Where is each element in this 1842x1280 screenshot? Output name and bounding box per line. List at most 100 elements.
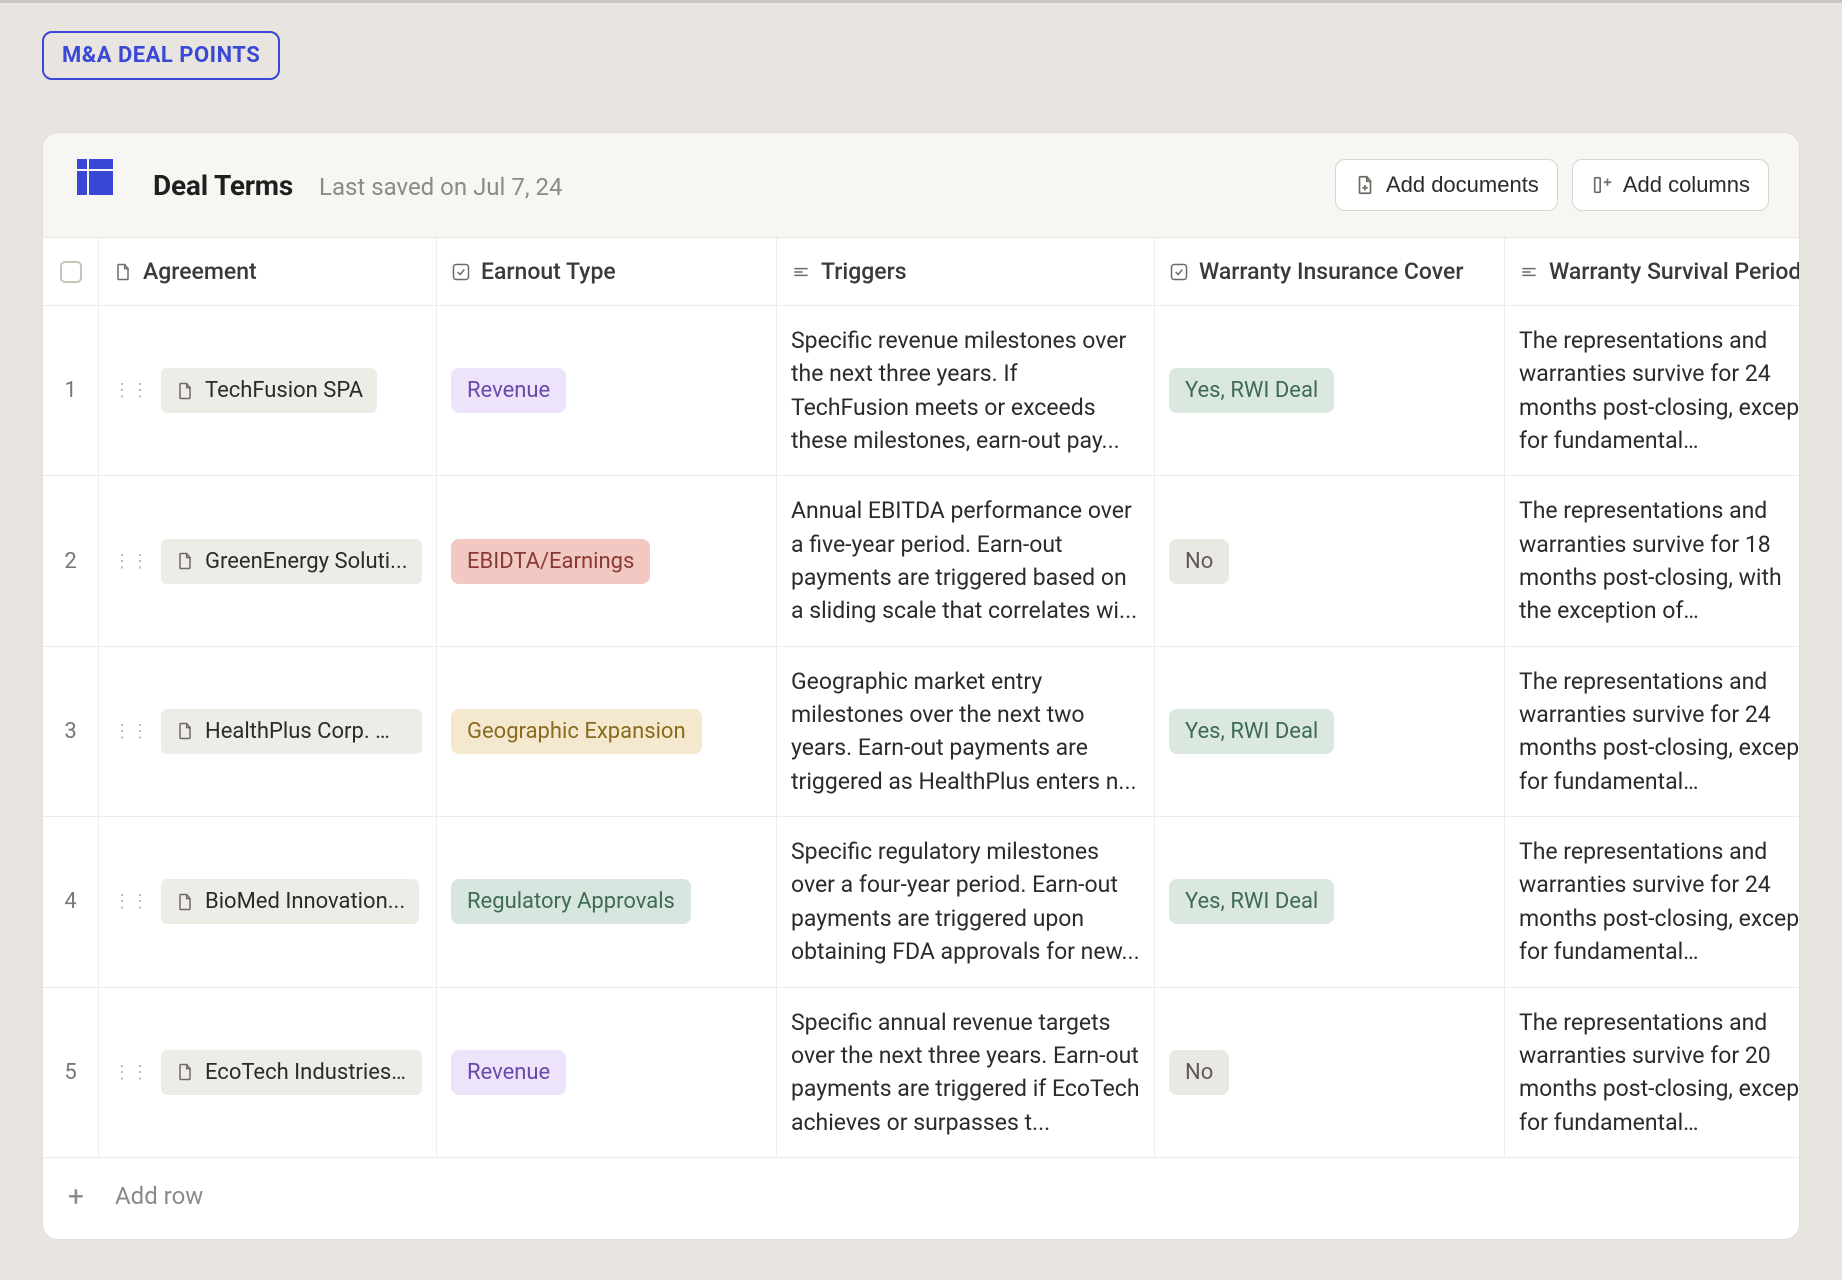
agreement-name: TechFusion SPA xyxy=(205,378,363,403)
add-columns-label: Add columns xyxy=(1623,172,1750,198)
document-icon xyxy=(175,551,195,571)
warranty-survival-text: The representations and warranties survi… xyxy=(1519,665,1800,798)
panel-header: Deal Terms Last saved on Jul 7, 24 Add d… xyxy=(43,133,1799,238)
cell-earnout-type[interactable]: Geographic Expansion xyxy=(437,647,777,817)
earnout-type-tag[interactable]: Revenue xyxy=(451,368,566,413)
agreement-name: BioMed Innovation... xyxy=(205,889,405,914)
agreement-chip[interactable]: BioMed Innovation... xyxy=(161,879,419,924)
triggers-text: Specific regulatory milestones over a fo… xyxy=(791,835,1140,968)
column-header-triggers[interactable]: Triggers xyxy=(777,238,1155,306)
warranty-cover-tag[interactable]: No xyxy=(1169,1050,1229,1095)
agreement-chip[interactable]: TechFusion SPA xyxy=(161,368,377,413)
cell-earnout-type[interactable]: Regulatory Approvals xyxy=(437,817,777,987)
row-number: 3 xyxy=(43,647,99,817)
cell-warranty-cover[interactable]: Yes, RWI Deal xyxy=(1155,817,1505,987)
cell-agreement[interactable]: ⋮⋮ HealthPlus Corp. M... xyxy=(99,647,437,817)
document-plus-icon xyxy=(1354,174,1376,196)
triggers-text: Specific annual revenue targets over the… xyxy=(791,1006,1140,1139)
cell-warranty-survival[interactable]: The representations and warranties survi… xyxy=(1505,476,1800,646)
cell-warranty-cover[interactable]: No xyxy=(1155,476,1505,646)
plus-icon: + xyxy=(63,1180,89,1213)
warranty-cover-tag[interactable]: Yes, RWI Deal xyxy=(1169,879,1334,924)
row-number: 2 xyxy=(43,476,99,646)
cell-warranty-survival[interactable]: The representations and warranties survi… xyxy=(1505,306,1800,476)
document-icon xyxy=(175,721,195,741)
panel-title: Deal Terms xyxy=(153,169,293,202)
earnout-type-tag[interactable]: Regulatory Approvals xyxy=(451,879,691,924)
cell-agreement[interactable]: ⋮⋮ GreenEnergy Soluti... xyxy=(99,476,437,646)
drag-handle-icon[interactable]: ⋮⋮ xyxy=(113,891,149,912)
document-icon xyxy=(175,1062,195,1082)
cell-agreement[interactable]: ⋮⋮ BioMed Innovation... xyxy=(99,817,437,987)
warranty-survival-text: The representations and warranties survi… xyxy=(1519,324,1800,457)
deal-panel: Deal Terms Last saved on Jul 7, 24 Add d… xyxy=(42,132,1800,1240)
agreement-chip[interactable]: EcoTech Industries... xyxy=(161,1050,422,1095)
grid-icon xyxy=(77,159,113,195)
cell-triggers[interactable]: Specific regulatory milestones over a fo… xyxy=(777,817,1155,987)
cell-warranty-survival[interactable]: The representations and warranties survi… xyxy=(1505,817,1800,987)
earnout-type-tag[interactable]: Revenue xyxy=(451,1050,566,1095)
cell-warranty-survival[interactable]: The representations and warranties survi… xyxy=(1505,988,1800,1158)
add-row-label: Add row xyxy=(115,1182,203,1210)
category-badge[interactable]: M&A DEAL POINTS xyxy=(42,31,280,80)
document-icon xyxy=(113,262,133,282)
column-header-warranty-cover[interactable]: Warranty Insurance Cover xyxy=(1155,238,1505,306)
cell-warranty-survival[interactable]: The representations and warranties survi… xyxy=(1505,647,1800,817)
last-saved-label: Last saved on Jul 7, 24 xyxy=(319,173,562,201)
select-icon xyxy=(1169,262,1189,282)
add-columns-button[interactable]: Add columns xyxy=(1572,159,1769,211)
cell-agreement[interactable]: ⋮⋮ EcoTech Industries... xyxy=(99,988,437,1158)
warranty-cover-tag[interactable]: No xyxy=(1169,539,1229,584)
column-label: Triggers xyxy=(821,258,907,285)
drag-handle-icon[interactable]: ⋮⋮ xyxy=(113,721,149,742)
agreement-chip[interactable]: GreenEnergy Soluti... xyxy=(161,539,422,584)
column-label: Warranty Survival Period xyxy=(1549,258,1800,285)
data-grid: Agreement Earnout Type Triggers Warranty… xyxy=(43,238,1799,1158)
column-plus-icon xyxy=(1591,174,1613,196)
warranty-cover-tag[interactable]: Yes, RWI Deal xyxy=(1169,709,1334,754)
column-header-warranty-survival[interactable]: Warranty Survival Period xyxy=(1505,238,1800,306)
cell-warranty-cover[interactable]: No xyxy=(1155,988,1505,1158)
cell-triggers[interactable]: Specific annual revenue targets over the… xyxy=(777,988,1155,1158)
warranty-cover-tag[interactable]: Yes, RWI Deal xyxy=(1169,368,1334,413)
document-icon xyxy=(175,381,195,401)
cell-earnout-type[interactable]: EBIDTA/Earnings xyxy=(437,476,777,646)
warranty-survival-text: The representations and warranties survi… xyxy=(1519,835,1800,968)
cell-earnout-type[interactable]: Revenue xyxy=(437,988,777,1158)
row-number: 4 xyxy=(43,817,99,987)
row-number: 1 xyxy=(43,306,99,476)
cell-triggers[interactable]: Annual EBITDA performance over a five-ye… xyxy=(777,476,1155,646)
text-icon xyxy=(1519,262,1539,282)
add-documents-button[interactable]: Add documents xyxy=(1335,159,1558,211)
triggers-text: Annual EBITDA performance over a five-ye… xyxy=(791,494,1140,627)
drag-handle-icon[interactable]: ⋮⋮ xyxy=(113,1062,149,1083)
agreement-name: HealthPlus Corp. M... xyxy=(205,719,408,744)
drag-handle-icon[interactable]: ⋮⋮ xyxy=(113,380,149,401)
agreement-chip[interactable]: HealthPlus Corp. M... xyxy=(161,709,422,754)
add-row-button[interactable]: + Add row xyxy=(43,1158,1799,1239)
cell-agreement[interactable]: ⋮⋮ TechFusion SPA xyxy=(99,306,437,476)
cell-triggers[interactable]: Geographic market entry milestones over … xyxy=(777,647,1155,817)
cell-warranty-cover[interactable]: Yes, RWI Deal xyxy=(1155,306,1505,476)
column-header-earnout-type[interactable]: Earnout Type xyxy=(437,238,777,306)
cell-triggers[interactable]: Specific revenue milestones over the nex… xyxy=(777,306,1155,476)
drag-handle-icon[interactable]: ⋮⋮ xyxy=(113,551,149,572)
column-label: Agreement xyxy=(143,258,257,285)
select-all-checkbox[interactable] xyxy=(60,261,82,283)
earnout-type-tag[interactable]: EBIDTA/Earnings xyxy=(451,539,650,584)
column-label: Earnout Type xyxy=(481,258,616,285)
agreement-name: EcoTech Industries... xyxy=(205,1060,408,1085)
add-documents-label: Add documents xyxy=(1386,172,1539,198)
column-header-agreement[interactable]: Agreement xyxy=(99,238,437,306)
earnout-type-tag[interactable]: Geographic Expansion xyxy=(451,709,702,754)
cell-warranty-cover[interactable]: Yes, RWI Deal xyxy=(1155,647,1505,817)
select-all-header[interactable] xyxy=(43,238,99,306)
select-icon xyxy=(451,262,471,282)
document-icon xyxy=(175,892,195,912)
triggers-text: Geographic market entry milestones over … xyxy=(791,665,1140,798)
cell-earnout-type[interactable]: Revenue xyxy=(437,306,777,476)
warranty-survival-text: The representations and warranties survi… xyxy=(1519,494,1800,627)
row-number: 5 xyxy=(43,988,99,1158)
column-label: Warranty Insurance Cover xyxy=(1199,258,1464,285)
triggers-text: Specific revenue milestones over the nex… xyxy=(791,324,1140,457)
